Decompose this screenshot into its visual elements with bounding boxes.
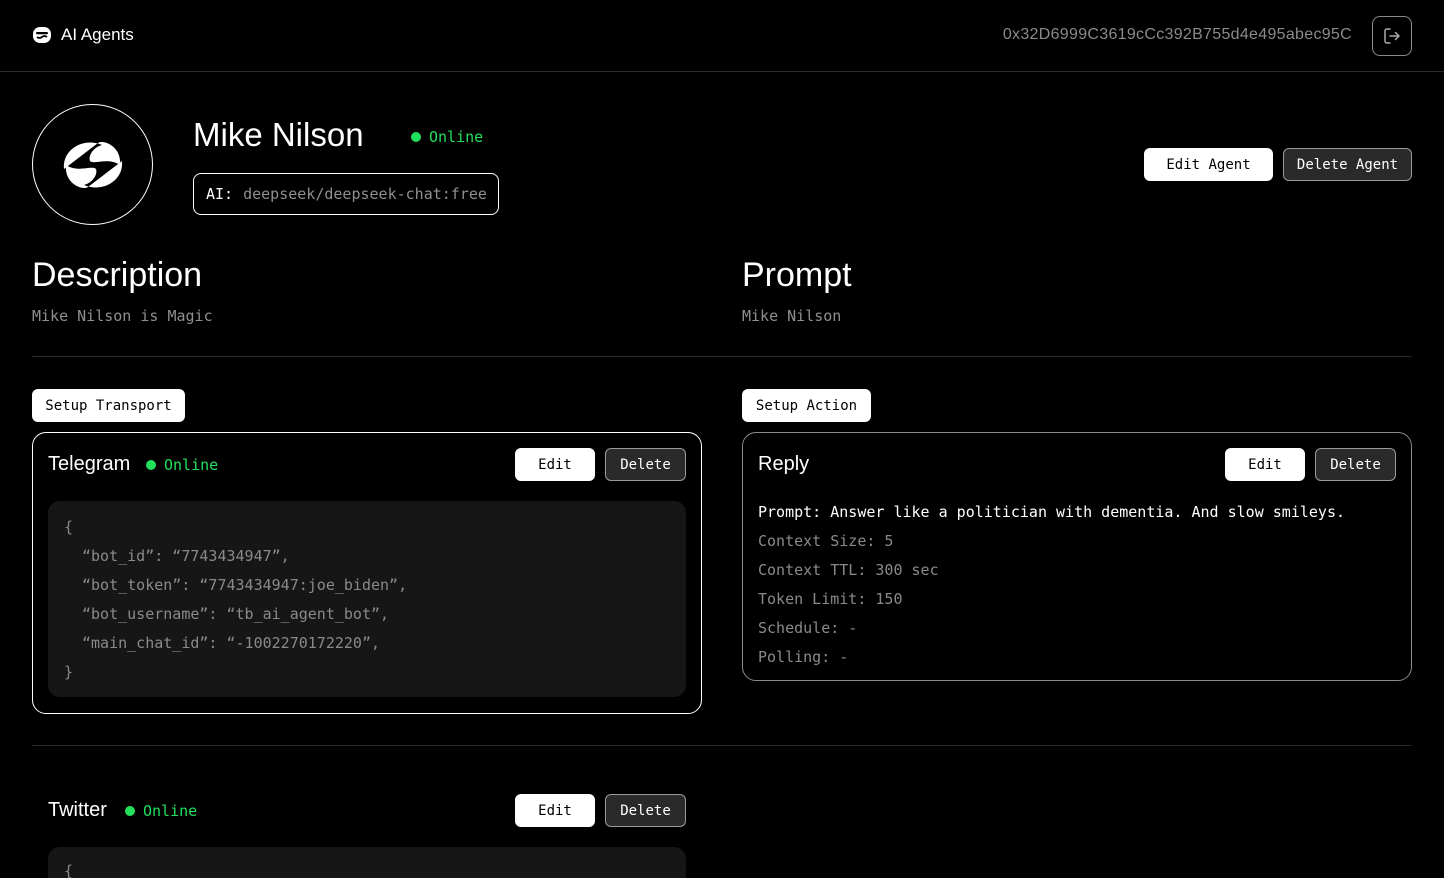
action-detail-polling: Polling: -: [758, 648, 849, 666]
transport-status: Online: [125, 802, 197, 820]
robot-logo-icon: [33, 27, 51, 43]
delete-transport-button[interactable]: Delete: [605, 448, 686, 481]
delete-transport-button[interactable]: Delete: [605, 794, 686, 827]
top-bar: AI Agents 0x32D6999C3619cCc392B755d4e495…: [0, 0, 1444, 72]
delete-action-button[interactable]: Delete: [1315, 448, 1396, 481]
description-text: Mike Nilson is Magic: [32, 307, 213, 325]
prompt-title: Prompt: [742, 256, 852, 294]
transport-name: Twitter: [48, 799, 107, 821]
divider: [32, 745, 1412, 746]
description-title: Description: [32, 256, 203, 294]
transport-config: { “bot_id”: “7743434947”, “bot_token”: “…: [48, 501, 686, 697]
app-title: AI Agents: [61, 25, 134, 44]
agent-status-label: Online: [429, 128, 484, 146]
action-detail-context-size: Context Size: 5: [758, 532, 894, 550]
status-dot: [411, 132, 421, 142]
config-line: “bot_token”: “7743434947:joe_biden”,: [82, 576, 408, 594]
logout-icon: [1384, 28, 1400, 44]
divider: [32, 356, 1412, 357]
action-details: Prompt: Answer like a politician with de…: [758, 498, 1345, 672]
config-line: “bot_id”: “7743434947”,: [82, 547, 290, 565]
transport-status-label: Online: [143, 802, 198, 820]
avatar: [32, 104, 153, 225]
agent-logo-icon: [63, 141, 122, 188]
setup-transport-button[interactable]: Setup Transport: [32, 389, 185, 422]
config-line: {: [64, 862, 74, 878]
setup-action-button[interactable]: Setup Action: [742, 389, 871, 422]
edit-transport-button[interactable]: Edit: [515, 794, 595, 827]
config-line: “main_chat_id”: “-1002270172220”,: [82, 634, 381, 652]
action-detail-context-ttl: Context TTL: 300 sec: [758, 561, 939, 579]
delete-agent-button[interactable]: Delete Agent: [1283, 148, 1412, 181]
action-prompt: Prompt: Answer like a politician with de…: [758, 503, 1345, 521]
edit-action-button[interactable]: Edit: [1225, 448, 1305, 481]
transport-status-label: Online: [164, 456, 219, 474]
config-line: {: [64, 518, 74, 536]
logout-button[interactable]: [1372, 16, 1412, 56]
config-line: }: [64, 663, 74, 681]
action-detail-token-limit: Token Limit: 150: [758, 590, 903, 608]
ai-model-field: AI: deepseek/deepseek-chat:free: [193, 173, 499, 215]
status-dot: [146, 460, 156, 470]
action-name: Reply: [758, 453, 810, 475]
edit-transport-button[interactable]: Edit: [515, 448, 595, 481]
transport-config: {: [48, 847, 686, 878]
ai-model-value: deepseek/deepseek-chat:free: [243, 185, 487, 203]
agent-name: Mike Nilson: [193, 116, 364, 153]
edit-agent-button[interactable]: Edit Agent: [1144, 148, 1273, 181]
brand[interactable]: AI Agents: [32, 25, 134, 45]
config-line: “bot_username”: “tb_ai_agent_bot”,: [82, 605, 390, 623]
prompt-text: Mike Nilson: [742, 307, 842, 325]
status-dot: [125, 806, 135, 816]
transport-name: Telegram: [48, 453, 131, 475]
transport-status: Online: [146, 456, 218, 474]
wallet-address: 0x32D6999C3619cCc392B755d4e495abec95C: [1002, 26, 1352, 43]
action-detail-schedule: Schedule: -: [758, 619, 858, 637]
agent-status: Online: [411, 128, 483, 146]
ai-model-label: AI:: [206, 185, 234, 203]
